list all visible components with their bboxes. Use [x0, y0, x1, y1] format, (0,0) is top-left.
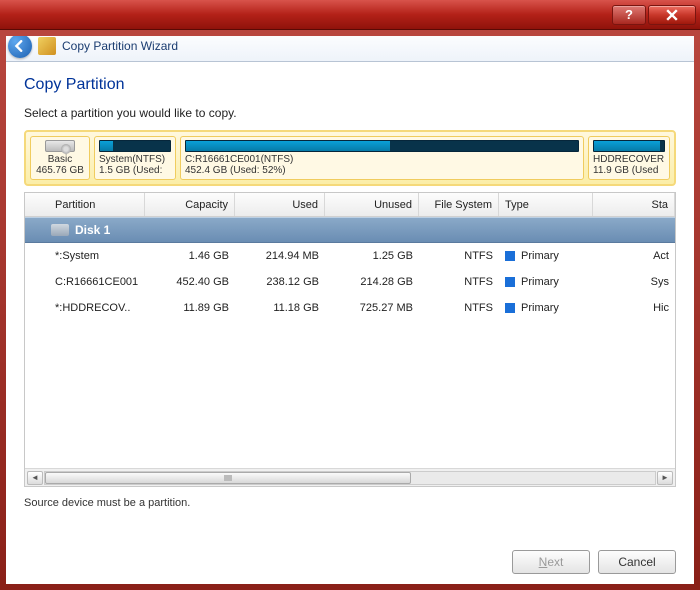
cell-partition: *:HDDRECOV..	[25, 302, 145, 314]
grid-header: Partition Capacity Used Unused File Syst…	[25, 193, 675, 217]
col-unused[interactable]: Unused	[325, 193, 419, 216]
next-button[interactable]: Next	[512, 550, 590, 574]
footer: Next Cancel	[8, 542, 692, 582]
disk-group-label: Disk 1	[75, 223, 110, 237]
recovery-label: HDDRECOVER	[593, 154, 665, 165]
cell-status: Hic	[593, 302, 675, 314]
cell-type: Primary	[499, 276, 593, 288]
disk-icon	[51, 224, 69, 236]
disk-group-row[interactable]: Disk 1	[25, 217, 675, 243]
col-used[interactable]: Used	[235, 193, 325, 216]
disk-map-system[interactable]: System(NTFS) 1.5 GB (Used:	[94, 136, 176, 180]
scroll-left-button[interactable]: ◄	[27, 471, 43, 485]
cell-type: Primary	[499, 302, 593, 314]
cell-fs: NTFS	[419, 250, 499, 262]
table-row[interactable]: C:R16661CE001 452.40 GB 238.12 GB 214.28…	[25, 269, 675, 295]
system-label: System(NTFS)	[99, 154, 171, 165]
scroll-thumb[interactable]	[45, 472, 411, 484]
cell-fs: NTFS	[419, 276, 499, 288]
cell-used: 238.12 GB	[235, 276, 325, 288]
cell-partition: *:System	[25, 250, 145, 262]
table-row[interactable]: *:HDDRECOV.. 11.89 GB 11.18 GB 725.27 MB…	[25, 295, 675, 321]
help-button[interactable]: ?	[612, 5, 646, 25]
disk-map-basic[interactable]: Basic 465.76 GB	[30, 136, 90, 180]
col-filesystem[interactable]: File System	[419, 193, 499, 216]
col-status[interactable]: Sta	[593, 193, 675, 216]
hdd-icon	[45, 140, 75, 152]
c-sub: 452.4 GB (Used: 52%)	[185, 165, 579, 176]
basic-label: Basic	[48, 154, 72, 165]
hint-text: Source device must be a partition.	[24, 497, 676, 509]
cell-capacity: 1.46 GB	[145, 250, 235, 262]
col-partition[interactable]: Partition	[25, 193, 145, 216]
system-sub: 1.5 GB (Used:	[99, 165, 171, 176]
cell-type: Primary	[499, 250, 593, 262]
back-button[interactable]	[8, 34, 32, 58]
horizontal-scrollbar[interactable]: ◄ ►	[25, 468, 675, 486]
col-type[interactable]: Type	[499, 193, 593, 216]
primary-color-icon	[505, 277, 515, 287]
close-icon	[666, 9, 678, 21]
close-button[interactable]	[648, 5, 696, 25]
recovery-sub: 11.9 GB (Used	[593, 165, 665, 176]
grid-body: Disk 1 *:System 1.46 GB 214.94 MB 1.25 G…	[25, 217, 675, 468]
c-label: C:R16661CE001(NTFS)	[185, 154, 579, 165]
table-row[interactable]: *:System 1.46 GB 214.94 MB 1.25 GB NTFS …	[25, 243, 675, 269]
cell-used: 11.18 GB	[235, 302, 325, 314]
disk-map-recovery[interactable]: HDDRECOVER 11.9 GB (Used	[588, 136, 670, 180]
cell-used: 214.94 MB	[235, 250, 325, 262]
scroll-right-button[interactable]: ►	[657, 471, 673, 485]
back-arrow-icon	[14, 40, 26, 52]
cell-capacity: 11.89 GB	[145, 302, 235, 314]
content-area: Copy Partition Select a partition you wo…	[0, 62, 700, 509]
title-bar: ?	[0, 0, 700, 30]
cell-unused: 214.28 GB	[325, 276, 419, 288]
disk-map-c[interactable]: C:R16661CE001(NTFS) 452.4 GB (Used: 52%)	[180, 136, 584, 180]
scroll-track[interactable]	[44, 471, 656, 485]
primary-color-icon	[505, 303, 515, 313]
basic-size: 465.76 GB	[36, 165, 84, 176]
partition-grid: Partition Capacity Used Unused File Syst…	[24, 192, 676, 487]
cancel-button[interactable]: Cancel	[598, 550, 676, 574]
instruction-text: Select a partition you would like to cop…	[24, 106, 676, 120]
cell-status: Sys	[593, 276, 675, 288]
page-heading: Copy Partition	[24, 76, 676, 94]
window-title: Copy Partition Wizard	[62, 39, 178, 53]
app-icon	[38, 37, 56, 55]
cell-unused: 1.25 GB	[325, 250, 419, 262]
cell-status: Act	[593, 250, 675, 262]
col-capacity[interactable]: Capacity	[145, 193, 235, 216]
cell-partition: C:R16661CE001	[25, 276, 145, 288]
cell-fs: NTFS	[419, 302, 499, 314]
cell-unused: 725.27 MB	[325, 302, 419, 314]
primary-color-icon	[505, 251, 515, 261]
disk-map: Basic 465.76 GB System(NTFS) 1.5 GB (Use…	[24, 130, 676, 186]
header-bar: Copy Partition Wizard	[0, 30, 700, 62]
cell-capacity: 452.40 GB	[145, 276, 235, 288]
